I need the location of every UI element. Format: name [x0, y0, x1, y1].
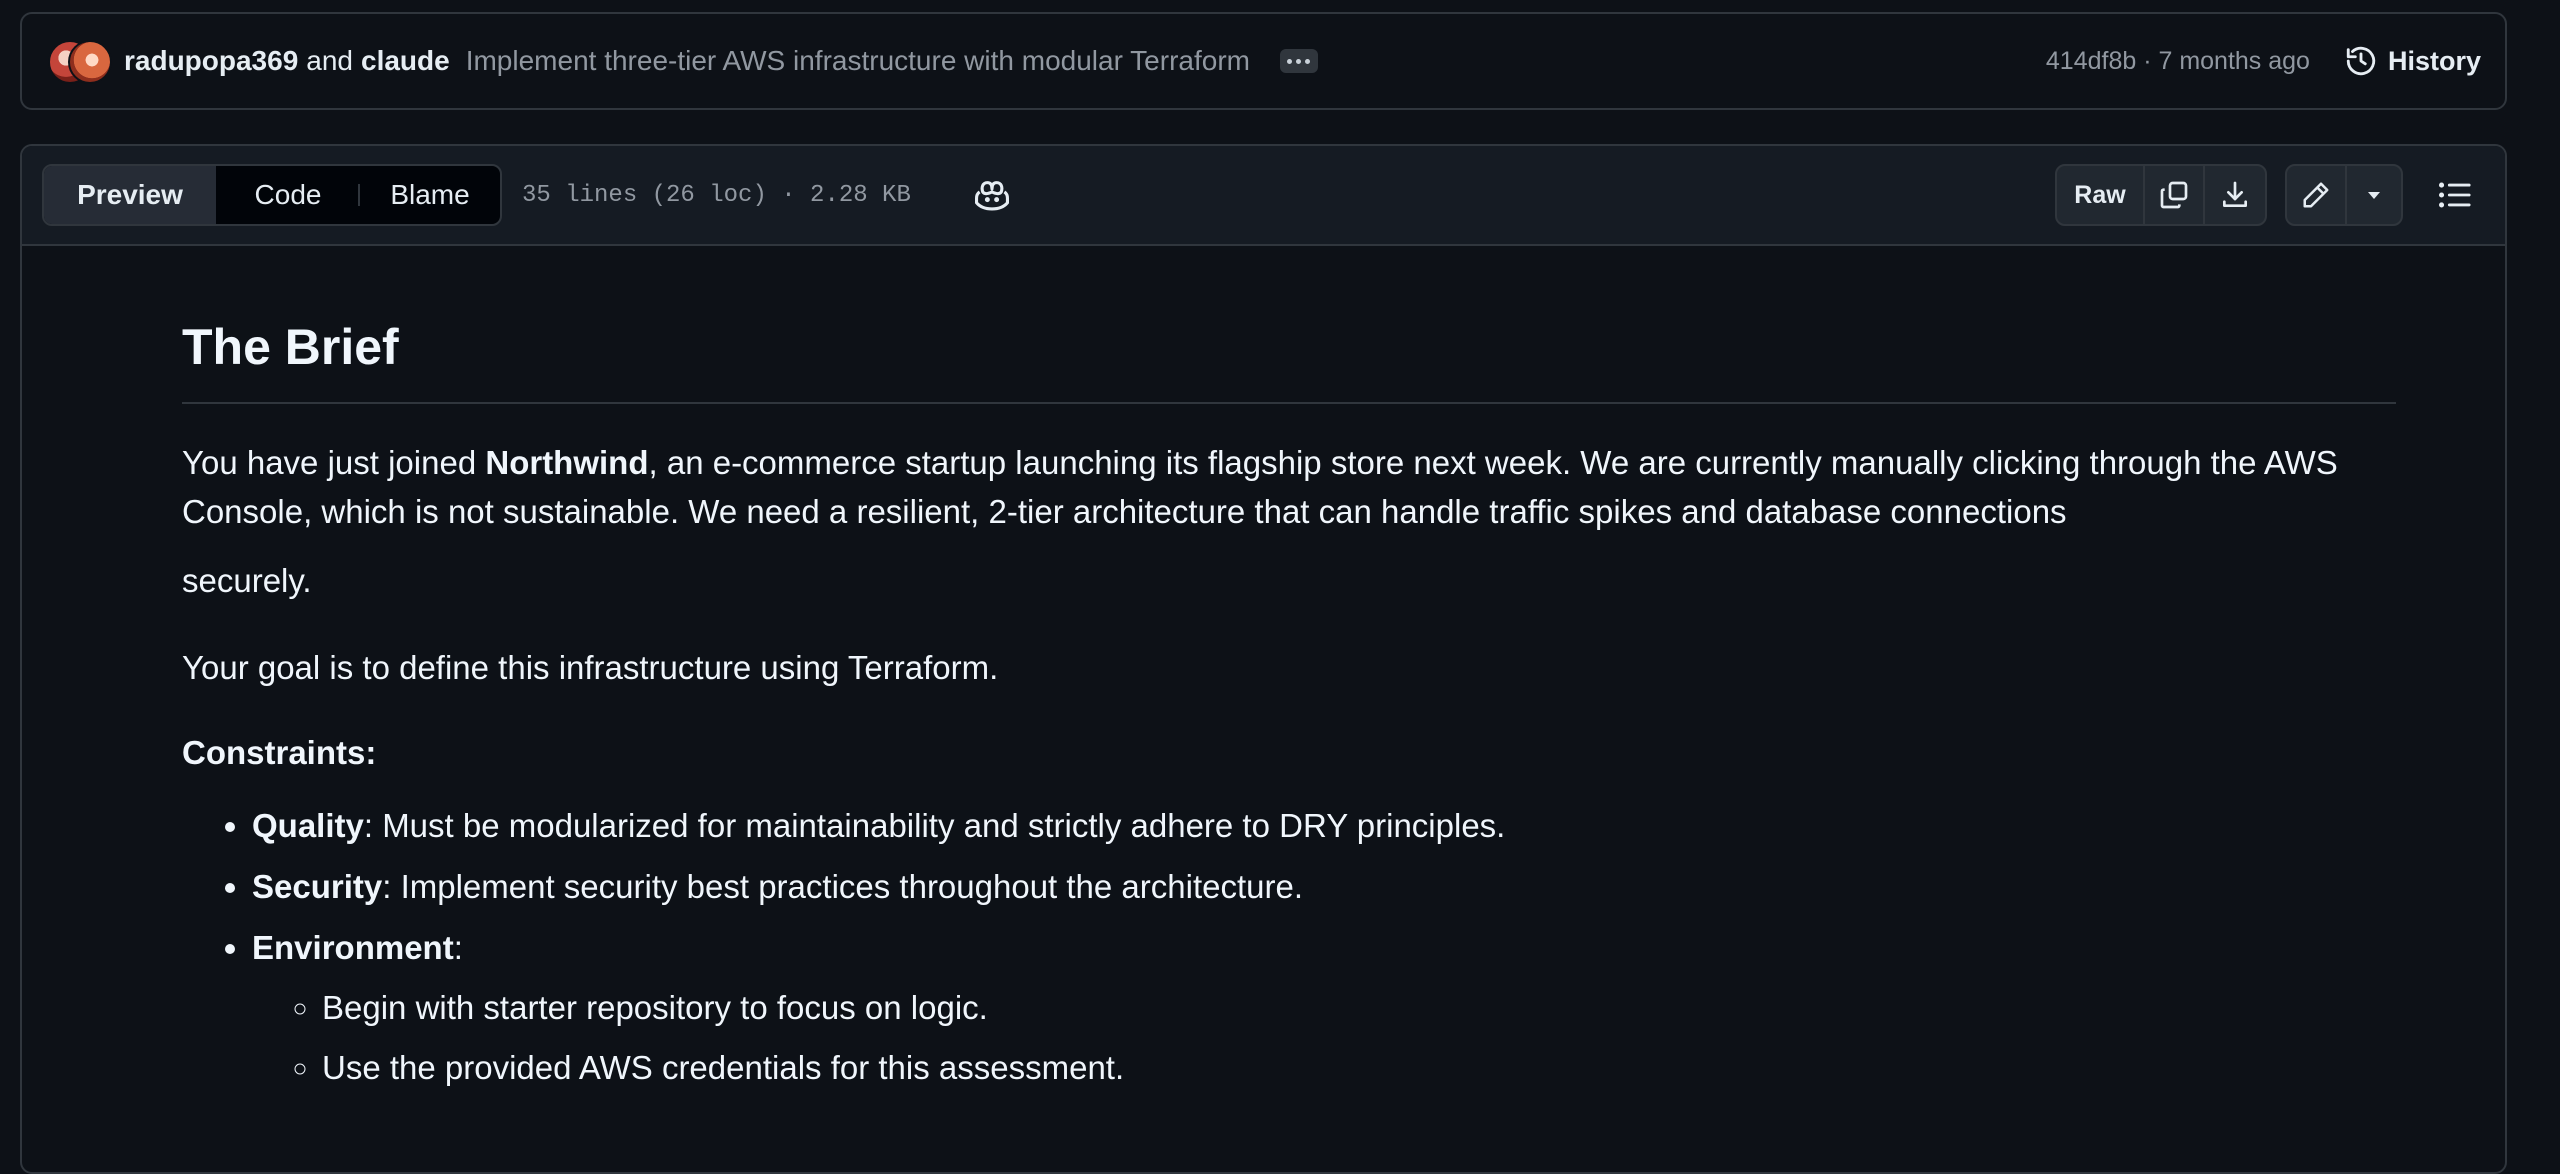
intro-paragraph: You have just joined Northwind, an e-com…	[182, 438, 2412, 536]
constraint-label: Security	[252, 868, 383, 905]
intro-paragraph-tail: securely.	[182, 562, 312, 599]
view-mode-segmented-control: Preview Code Blame	[42, 164, 502, 226]
list-item: Begin with starter repository to focus o…	[322, 978, 2392, 1038]
constraint-text: : Must be modularized for maintainabilit…	[363, 807, 1506, 844]
raw-button[interactable]: Raw	[2057, 166, 2145, 224]
constraint-label: Environment	[252, 929, 454, 966]
company-name: Northwind	[485, 444, 649, 481]
environment-sublist: Begin with starter repository to focus o…	[252, 978, 2392, 1098]
markdown-body: The Brief You have just joined Northwind…	[22, 246, 2396, 1098]
edit-button-group	[2285, 164, 2403, 226]
author-avatars[interactable]	[48, 36, 116, 86]
commit-sha-and-age[interactable]: 414df8b · 7 months ago	[2046, 47, 2310, 76]
file-view: Preview Code Blame 35 lines (26 loc) · 2…	[20, 144, 2507, 1174]
intro-text-start: You have just joined	[182, 444, 486, 481]
constraints-list: Quality: Must be modularized for maintai…	[182, 795, 2392, 1098]
tab-code[interactable]: Code	[216, 166, 360, 224]
heading-divider	[182, 402, 2396, 404]
commit-message-link[interactable]: Implement three-tier AWS infrastructure …	[466, 45, 1250, 77]
download-icon[interactable]	[2205, 166, 2265, 224]
raw-copy-download-group: Raw	[2055, 164, 2267, 226]
author-conjunction: and	[306, 45, 353, 76]
latest-commit-bar: radupopa369 and claude Implement three-t…	[20, 12, 2507, 110]
tab-blame[interactable]: Blame	[360, 166, 500, 224]
history-icon	[2346, 46, 2376, 76]
commit-coauthor-link[interactable]: claude	[361, 45, 450, 77]
list-item: Use the provided AWS credentials for thi…	[322, 1038, 2392, 1098]
goal-paragraph: Your goal is to define this infrastructu…	[182, 649, 999, 686]
constraint-text: : Implement security best practices thro…	[382, 868, 1304, 905]
triangle-down-icon[interactable]	[2347, 166, 2401, 224]
file-line-count-size: 35 lines (26 loc) · 2.28 KB	[522, 181, 911, 209]
history-label: History	[2387, 45, 2481, 76]
list-item: Quality: Must be modularized for maintai…	[252, 795, 2392, 856]
avatar[interactable]	[68, 40, 112, 84]
copilot-icon[interactable]	[973, 178, 1011, 212]
commit-author-link[interactable]: radupopa369	[124, 45, 298, 77]
pencil-icon[interactable]	[2287, 166, 2347, 224]
list-item: Environment: Begin with starter reposito…	[252, 917, 2392, 1098]
constraint-label: Quality	[252, 807, 364, 844]
history-button[interactable]: History	[2344, 44, 2481, 78]
kebab-horizontal-icon[interactable]	[1279, 49, 1318, 73]
list-item: Security: Implement security best practi…	[252, 856, 2392, 917]
tab-preview[interactable]: Preview	[44, 166, 216, 224]
constraints-label: Constraints:	[182, 734, 377, 771]
list-unordered-icon[interactable]	[2425, 165, 2485, 225]
section-heading: The Brief	[182, 319, 399, 375]
constraint-text: :	[453, 929, 463, 966]
file-header: Preview Code Blame 35 lines (26 loc) · 2…	[22, 146, 2505, 246]
copy-icon[interactable]	[2145, 166, 2205, 224]
